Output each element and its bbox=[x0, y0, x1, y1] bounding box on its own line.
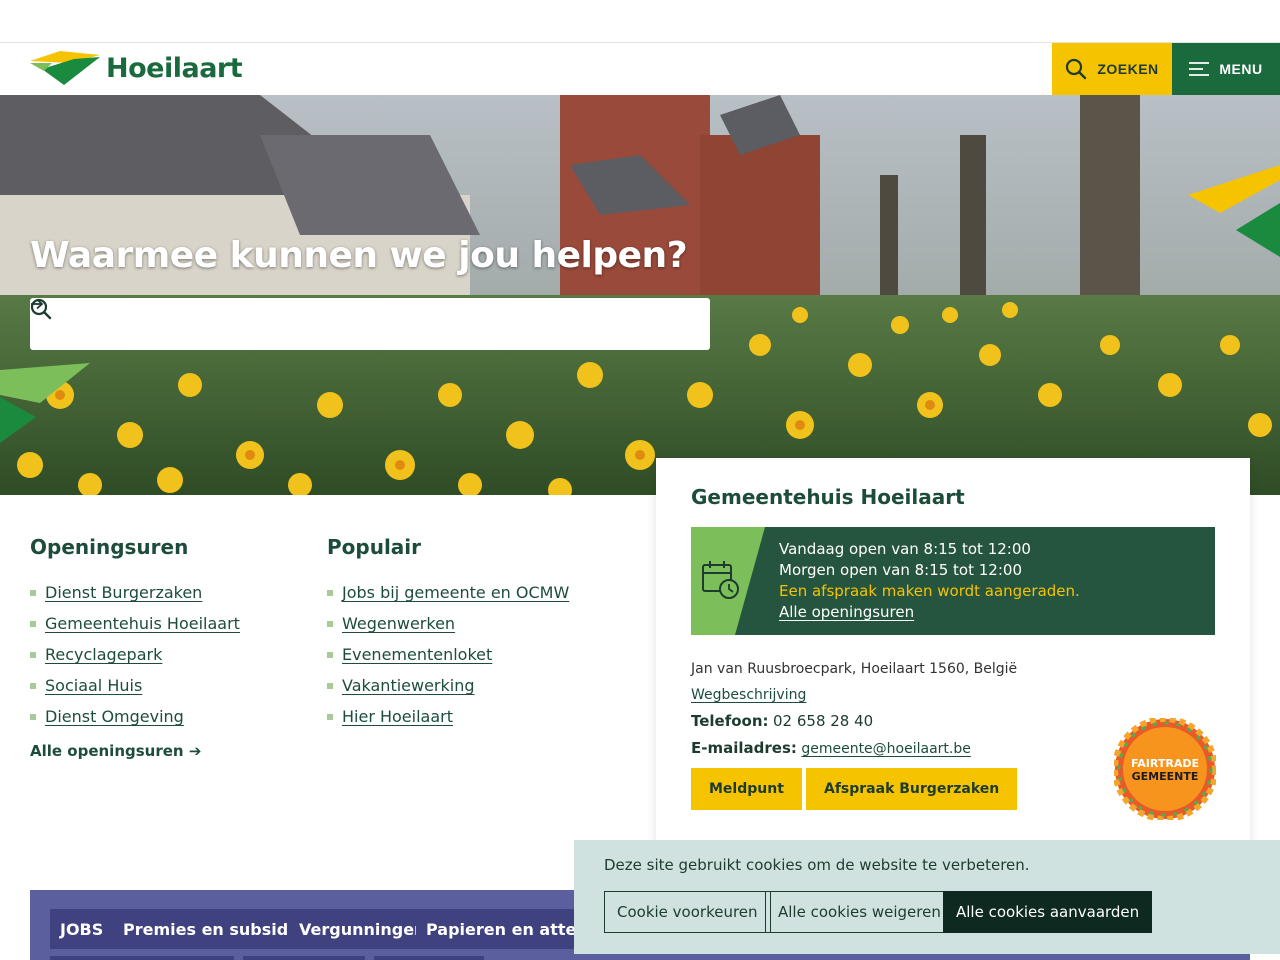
opening-status-box: Vandaag open van 8:15 tot 12:00 Morgen o… bbox=[691, 527, 1215, 635]
site-header: Hoeilaart ZOEKEN MENU bbox=[0, 43, 1280, 95]
phone-value: 02 658 28 40 bbox=[773, 712, 874, 730]
hero-search-box bbox=[30, 298, 710, 350]
hero-photo bbox=[0, 95, 1280, 495]
populair-link[interactable]: Hier Hoeilaart bbox=[342, 707, 453, 726]
hero-title: Waarmee kunnen we jou helpen? bbox=[30, 235, 688, 276]
list-item: Recyclagepark bbox=[30, 639, 240, 670]
cookie-preferences-button[interactable]: Cookie voorkeuren bbox=[604, 891, 771, 933]
populair-heading: Populair bbox=[327, 535, 422, 559]
calendar-clock-icon bbox=[691, 527, 765, 635]
list-item: Sociaal Huis bbox=[30, 670, 240, 701]
openingsuren-link[interactable]: Dienst Burgerzaken bbox=[45, 583, 202, 602]
list-item: Evenementenloket bbox=[327, 639, 569, 670]
site-logo[interactable]: Hoeilaart bbox=[30, 49, 243, 87]
openingsuren-link[interactable]: Gemeentehuis Hoeilaart bbox=[45, 614, 240, 633]
address-text: Jan van Ruusbroecpark, Hoeilaart 1560, B… bbox=[691, 661, 1018, 677]
opening-lines: Vandaag open van 8:15 tot 12:00 Morgen o… bbox=[779, 539, 1080, 623]
hero-banner: Waarmee kunnen we jou helpen? bbox=[0, 95, 1280, 495]
tomorrow-hours: Morgen open van 8:15 tot 12:00 bbox=[779, 561, 1022, 579]
populair-list: Jobs bij gemeente en OCMW Wegenwerken Ev… bbox=[327, 577, 569, 732]
fairtrade-line2: GEMEENTE bbox=[1132, 770, 1199, 783]
afspraak-burgerzaken-button[interactable]: Afspraak Burgerzaken bbox=[806, 768, 1018, 810]
cookie-message: Deze site gebruikt cookies om de website… bbox=[604, 856, 1030, 874]
list-item: Wegenwerken bbox=[327, 608, 569, 639]
search-submit-button[interactable] bbox=[31, 298, 710, 350]
tag-vergunningen[interactable]: Vergunningen bbox=[289, 909, 436, 949]
contact-info: Jan van Ruusbroecpark, Hoeilaart 1560, B… bbox=[691, 656, 1017, 762]
directions-link[interactable]: Wegbeschrijving bbox=[691, 687, 806, 703]
populair-link[interactable]: Jobs bij gemeente en OCMW bbox=[342, 583, 569, 602]
list-item: Vakantiewerking bbox=[327, 670, 569, 701]
cookie-reject-button[interactable]: Alle cookies weigeren bbox=[765, 891, 954, 933]
card-title: Gemeentehuis Hoeilaart bbox=[691, 485, 965, 509]
bullet bbox=[327, 620, 333, 627]
bullet bbox=[327, 589, 333, 596]
appointment-note: Een afspraak maken wordt aangeraden. bbox=[779, 582, 1080, 600]
fairtrade-badge: FAIRTRADE GEMEENTE bbox=[1114, 718, 1216, 820]
openingsuren-list: Dienst Burgerzaken Gemeentehuis Hoeilaar… bbox=[30, 577, 240, 732]
list-item: Jobs bij gemeente en OCMW bbox=[327, 577, 569, 608]
openingsuren-link[interactable]: Recyclagepark bbox=[45, 645, 162, 664]
email-link[interactable]: gemeente@hoeilaart.be bbox=[801, 741, 971, 757]
all-opening-hours-link[interactable]: Alle openingsuren ➔ bbox=[30, 742, 201, 760]
search-icon bbox=[1066, 58, 1087, 80]
list-item: Hier Hoeilaart bbox=[327, 701, 569, 732]
phone-label: Telefoon: bbox=[691, 712, 769, 730]
today-hours: Vandaag open van 8:15 tot 12:00 bbox=[779, 540, 1031, 558]
bullet bbox=[30, 620, 36, 627]
all-hours-link[interactable]: Alle openingsuren bbox=[779, 603, 914, 621]
cookie-accept-button[interactable]: Alle cookies aanvaarden bbox=[943, 891, 1153, 933]
logo-mark-icon bbox=[30, 51, 100, 85]
bullet bbox=[327, 713, 333, 720]
menu-button[interactable]: MENU bbox=[1172, 43, 1280, 95]
bullet bbox=[327, 651, 333, 658]
fairtrade-line1: FAIRTRADE bbox=[1131, 757, 1199, 770]
bullet bbox=[30, 713, 36, 720]
logo-text: Hoeilaart bbox=[106, 52, 243, 84]
hamburger-icon bbox=[1189, 62, 1210, 76]
tag-partial bbox=[243, 956, 365, 960]
populair-link[interactable]: Wegenwerken bbox=[342, 614, 455, 633]
bullet bbox=[327, 682, 333, 689]
hero-search-input[interactable] bbox=[80, 298, 658, 350]
populair-link[interactable]: Vakantiewerking bbox=[342, 676, 475, 695]
tag-jobs[interactable]: JOBS bbox=[50, 909, 114, 949]
meldpunt-button[interactable]: Meldpunt bbox=[691, 768, 802, 810]
populair-section: Populair Jobs bij gemeente en OCMW Wegen… bbox=[327, 535, 569, 732]
town-hall-card: Gemeentehuis Hoeilaart Vandaag open van … bbox=[656, 458, 1250, 858]
bullet bbox=[30, 651, 36, 658]
openingsuren-section: Openingsuren Dienst Burgerzaken Gemeente… bbox=[30, 535, 240, 760]
menu-button-label: MENU bbox=[1219, 61, 1263, 77]
top-strip bbox=[0, 0, 1280, 43]
openingsuren-link[interactable]: Dienst Omgeving bbox=[45, 707, 184, 726]
search-button[interactable]: ZOEKEN bbox=[1052, 43, 1172, 95]
email-label: E-mailadres: bbox=[691, 739, 797, 757]
tag-partial bbox=[374, 956, 484, 960]
tag-partial bbox=[50, 956, 234, 960]
arrow-right-icon bbox=[31, 298, 44, 310]
cookie-banner: Deze site gebruikt cookies om de website… bbox=[574, 840, 1280, 954]
populair-link[interactable]: Evenementenloket bbox=[342, 645, 492, 664]
openingsuren-heading: Openingsuren bbox=[30, 535, 189, 559]
list-item: Gemeentehuis Hoeilaart bbox=[30, 608, 240, 639]
bullet bbox=[30, 682, 36, 689]
bullet bbox=[30, 589, 36, 596]
list-item: Dienst Omgeving bbox=[30, 701, 240, 732]
openingsuren-link[interactable]: Sociaal Huis bbox=[45, 676, 142, 695]
search-button-label: ZOEKEN bbox=[1097, 61, 1159, 77]
list-item: Dienst Burgerzaken bbox=[30, 577, 240, 608]
